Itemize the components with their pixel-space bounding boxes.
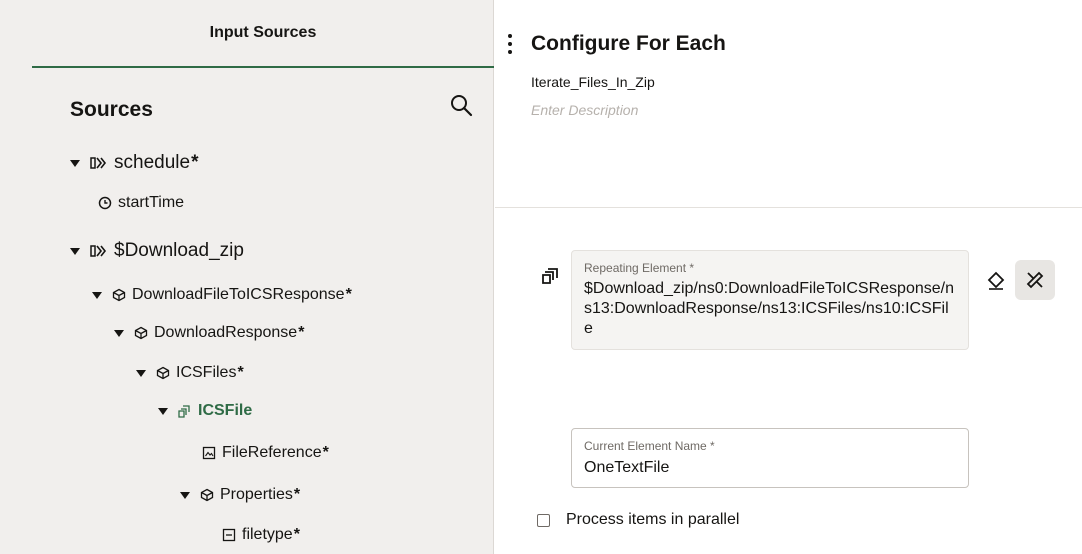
app-frame: Input Sources Sources schedule * startTi… <box>0 0 1082 554</box>
attachment-icon <box>202 446 216 460</box>
tree-item-starttime[interactable]: startTime <box>98 190 184 216</box>
tree-item-icsfiles[interactable]: ICSFiles * <box>136 360 244 386</box>
required-marker: * <box>293 486 301 503</box>
object-icon <box>134 326 148 340</box>
tree-item-icsfile[interactable]: ICSFile <box>158 398 252 424</box>
page-title: Configure For Each <box>531 32 726 55</box>
required-marker: * <box>345 286 352 303</box>
tree-item-filereference[interactable]: FileReference * <box>202 440 329 466</box>
required-marker: * <box>237 364 244 381</box>
description-field[interactable]: Enter Description <box>531 102 638 118</box>
tree-item-downloadfiletoicsresponse[interactable]: DownloadFileToICSResponse * <box>92 282 352 308</box>
repeating-element-label: Repeating Element * <box>584 261 695 275</box>
caret-down-icon[interactable] <box>92 291 102 299</box>
tree-item-label: DownloadResponse <box>154 324 298 341</box>
stream-icon <box>90 156 108 170</box>
tree-item-properties[interactable]: Properties * <box>180 482 300 508</box>
more-options-icon[interactable] <box>505 34 515 58</box>
object-icon <box>156 366 170 380</box>
caret-down-icon[interactable] <box>70 247 80 255</box>
object-icon <box>200 488 214 502</box>
tree-item-schedule[interactable]: schedule * <box>70 150 198 176</box>
configure-panel: Configure For Each Iterate_Files_In_Zip … <box>495 0 1082 554</box>
required-marker: * <box>191 152 199 173</box>
text-field-icon <box>222 528 236 542</box>
repeating-element-value: $Download_zip/ns0:DownloadFileToICSRespo… <box>584 280 954 337</box>
tree-item-label: ICSFile <box>198 402 253 419</box>
current-element-input[interactable] <box>584 459 956 477</box>
action-name[interactable]: Iterate_Files_In_Zip <box>531 74 655 90</box>
parallel-option[interactable]: Process items in parallel <box>537 511 739 529</box>
caret-down-icon[interactable] <box>158 407 168 415</box>
stream-icon <box>90 244 108 258</box>
tree-item-label: filetype <box>242 526 293 543</box>
parallel-label: Process items in parallel <box>566 511 740 528</box>
repeating-element-field[interactable]: Repeating Element * $Download_zip/ns0:Do… <box>571 250 969 350</box>
caret-down-icon[interactable] <box>70 159 80 167</box>
tree-item-download-zip[interactable]: $Download_zip <box>70 238 244 264</box>
input-sources-panel: Input Sources Sources schedule * startTi… <box>0 0 494 554</box>
tools-button[interactable] <box>1015 260 1055 300</box>
repeating-element-icon <box>541 266 561 286</box>
tree-item-label: Properties <box>220 486 293 503</box>
required-marker: * <box>298 324 305 341</box>
required-marker: * <box>293 526 300 543</box>
clock-icon <box>98 196 112 210</box>
current-element-field[interactable]: Current Element Name * <box>571 428 969 488</box>
caret-down-icon[interactable] <box>114 329 124 337</box>
required-marker: * <box>322 444 329 461</box>
tree-item-label: ICSFiles <box>176 364 237 381</box>
tree-item-label: FileReference <box>222 444 322 461</box>
tab-input-sources[interactable]: Input Sources <box>32 0 494 68</box>
repeating-element-icon <box>178 404 192 418</box>
tree-item-label: DownloadFileToICSResponse <box>132 286 345 303</box>
search-icon[interactable] <box>448 92 476 120</box>
tree-item-filetype[interactable]: filetype * <box>222 522 300 548</box>
current-element-label: Current Element Name * <box>584 439 715 453</box>
tools-icon <box>1026 271 1044 289</box>
clear-icon[interactable] <box>985 270 1007 292</box>
tree-item-label: schedule <box>114 152 191 173</box>
object-icon <box>112 288 126 302</box>
tree-item-label: $Download_zip <box>114 240 244 261</box>
section-divider <box>495 207 1082 208</box>
caret-down-icon[interactable] <box>136 369 146 377</box>
tree-item-downloadresponse[interactable]: DownloadResponse * <box>114 320 304 346</box>
caret-down-icon[interactable] <box>180 491 190 499</box>
tree-item-label: startTime <box>118 194 185 211</box>
parallel-checkbox[interactable] <box>537 513 550 527</box>
sources-heading: Sources <box>70 98 153 121</box>
